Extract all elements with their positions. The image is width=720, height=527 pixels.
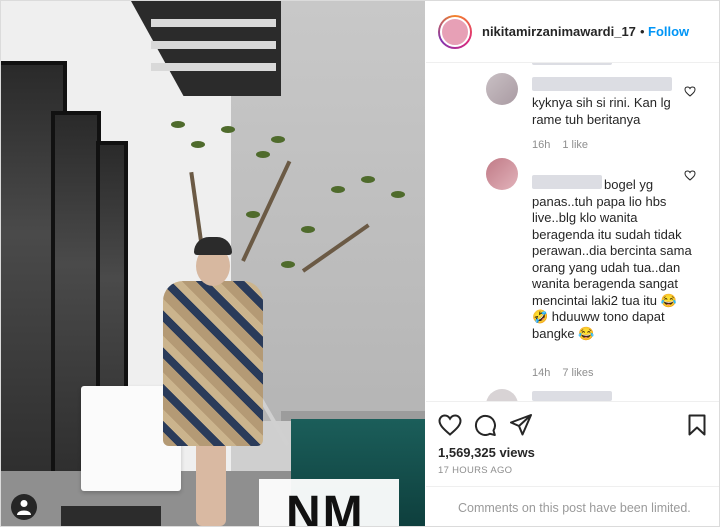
avatar-image xyxy=(440,17,470,47)
post-username[interactable]: nikitamirzanimawardi_17 xyxy=(482,24,636,39)
commenter-username-redacted xyxy=(532,391,612,401)
commenter-avatar[interactable] xyxy=(486,158,518,190)
post-timestamp[interactable]: 17 HOURS AGO xyxy=(438,465,512,476)
post-actions: 1,569,325 views 17 HOURS AGO Comments on… xyxy=(426,402,719,526)
comment-meta: 16h 1 like xyxy=(532,139,600,151)
previous-comment-redacted xyxy=(532,63,612,65)
comments-limited-notice: Comments on this post have been limited. xyxy=(458,501,691,515)
comment-likes[interactable]: 1 like xyxy=(562,139,588,151)
post-video[interactable]: NM xyxy=(1,1,425,526)
comment-time: 16h xyxy=(532,139,551,151)
leaf xyxy=(361,176,375,183)
leaf xyxy=(301,226,315,233)
like-heart-icon[interactable] xyxy=(684,86,696,97)
save-bookmark-icon[interactable] xyxy=(688,414,706,436)
user-icon xyxy=(17,500,31,515)
leaf xyxy=(171,121,185,128)
comment-text: bogel yg panas..tuh papa lio hbs live..b… xyxy=(532,177,692,341)
post-header: nikitamirzanimawardi_17 • Follow xyxy=(426,1,719,63)
comment-limited-bar: Comments on this post have been limited. xyxy=(426,486,719,526)
commenter-avatar[interactable] xyxy=(486,73,518,105)
video-scene: NM xyxy=(1,1,425,526)
leaf xyxy=(271,136,285,143)
like-icon[interactable] xyxy=(438,414,462,436)
post-side-panel: nikitamirzanimawardi_17 • Follow kyknya … xyxy=(426,1,719,526)
person-cap xyxy=(194,237,232,255)
leaf xyxy=(256,151,270,158)
like-heart-icon[interactable] xyxy=(684,170,696,181)
view-count[interactable]: 1,569,325 views xyxy=(438,445,535,460)
commenter-avatar[interactable] xyxy=(486,389,518,401)
tagged-users-button[interactable] xyxy=(11,494,37,520)
watermark-text: NM xyxy=(286,487,365,526)
separator-dot: • xyxy=(640,24,645,39)
profile-avatar[interactable] xyxy=(438,15,472,49)
leaf xyxy=(331,186,345,193)
comments-list[interactable]: kyknya sih si rini. Kan lg rame tuh beri… xyxy=(426,63,719,401)
comment-time: 14h xyxy=(532,367,551,379)
comment-text: kyknya sih si rini. Kan lg rame tuh beri… xyxy=(532,95,671,127)
roof-slat xyxy=(151,19,276,27)
leaf xyxy=(281,261,295,268)
leaf xyxy=(221,126,235,133)
follow-button[interactable]: Follow xyxy=(648,24,689,39)
person-poncho xyxy=(163,281,263,446)
leaf xyxy=(391,191,405,198)
person-legs xyxy=(196,441,226,526)
comment-meta: 14h 7 likes xyxy=(532,367,606,379)
comment-likes[interactable]: 7 likes xyxy=(562,367,593,379)
share-icon[interactable] xyxy=(510,414,532,436)
commenter-username-redacted xyxy=(532,77,672,91)
roof-slat xyxy=(151,41,276,49)
leaf xyxy=(246,211,260,218)
comment-icon[interactable] xyxy=(474,414,496,436)
doormat xyxy=(61,506,161,526)
roof-slat xyxy=(151,63,276,71)
leaf xyxy=(191,141,205,148)
